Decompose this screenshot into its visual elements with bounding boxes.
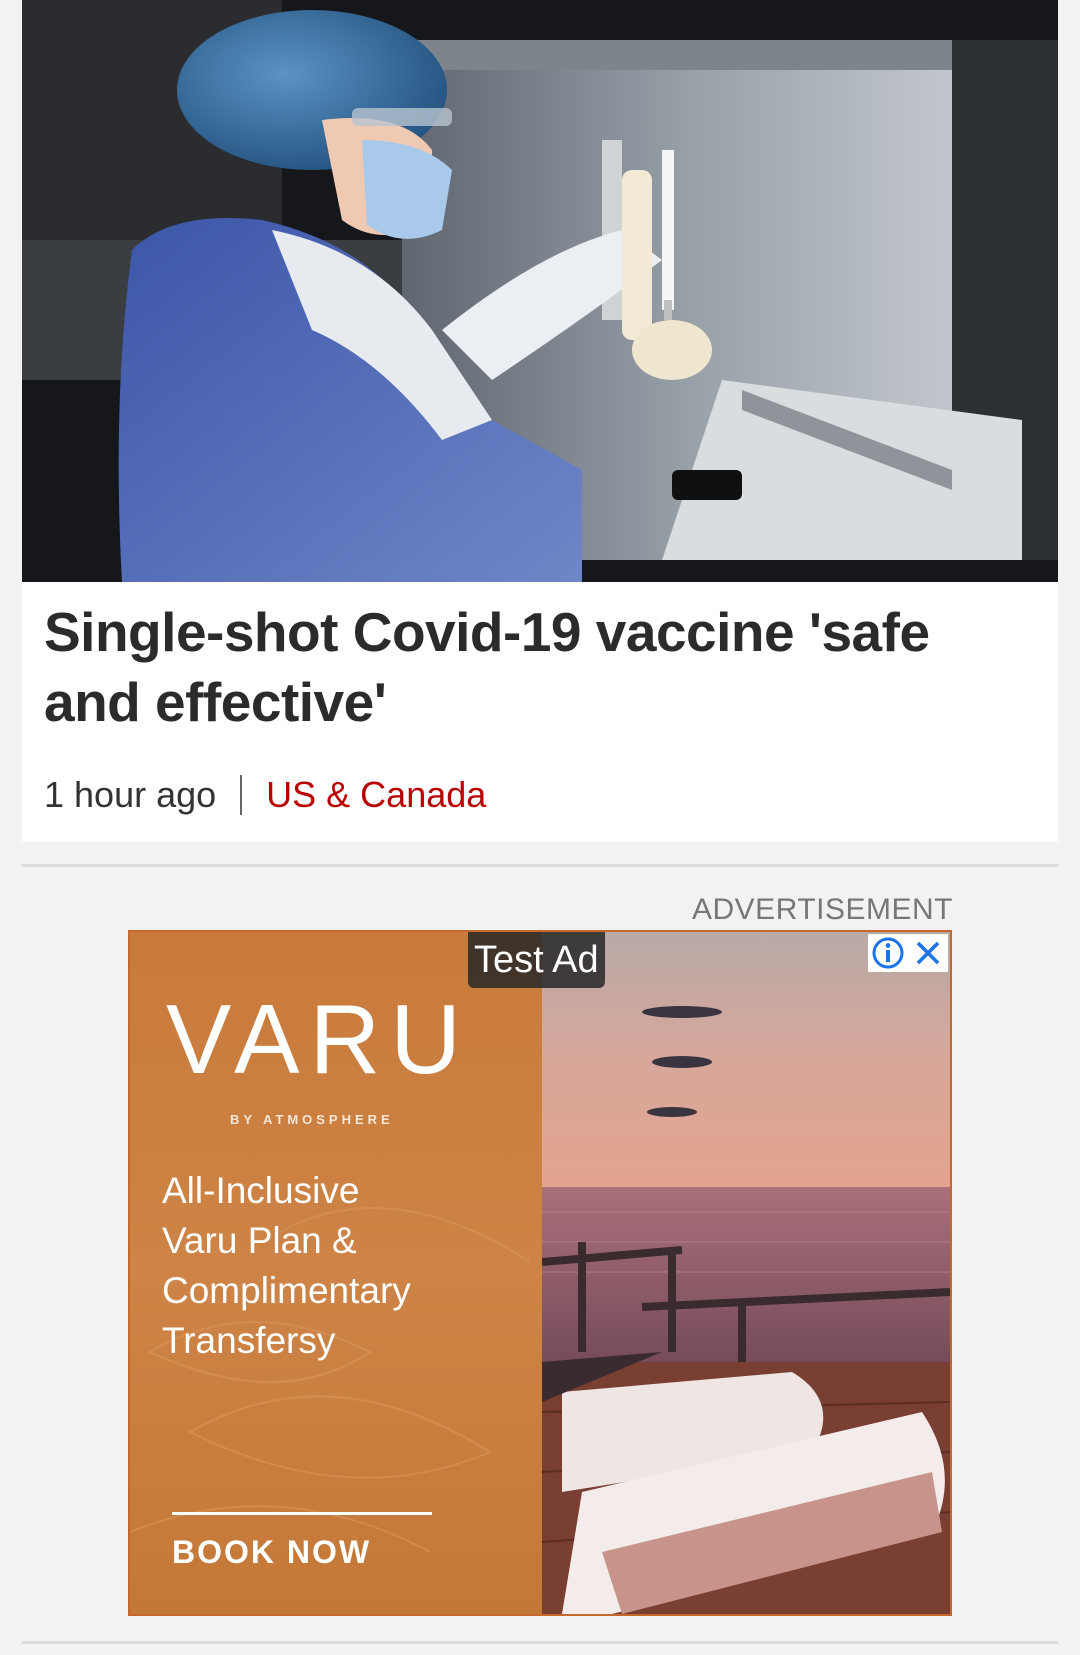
article-timestamp: 1 hour ago (44, 774, 217, 815)
article-headline[interactable]: Single-shot Covid-19 vaccine 'safe and e… (44, 597, 1034, 737)
ad-body-copy: All-Inclusive Varu Plan & Complimentary … (162, 1170, 411, 1361)
advertisement-label: ADVERTISEMENT (692, 893, 953, 926)
test-ad-badge: Test Ad (468, 932, 605, 988)
article-meta: 1 hour ago US & Canada (44, 770, 486, 820)
article-image[interactable] (22, 0, 1058, 582)
ad-banner[interactable]: VARU BY ATMOSPHERE All-Inclusive Varu Pl… (128, 930, 952, 1616)
sunset-deck-photo (542, 932, 950, 1614)
news-feed: Single-shot Covid-19 vaccine 'safe and e… (0, 0, 1080, 1655)
meta-separator (240, 775, 243, 815)
close-icon[interactable] (908, 934, 948, 972)
article-section-link[interactable]: US & Canada (266, 774, 486, 816)
ad-controls (868, 934, 948, 972)
divider (22, 864, 1058, 867)
article-card[interactable]: Single-shot Covid-19 vaccine 'safe and e… (22, 0, 1058, 842)
varu-logo-subtitle: BY ATMOSPHERE (230, 1112, 394, 1127)
ad-photo[interactable] (542, 932, 950, 1614)
varu-logo: VARU (166, 984, 472, 1094)
divider (22, 1641, 1058, 1644)
lab-technician-vaccine-photo (22, 0, 1058, 582)
info-icon[interactable] (868, 934, 908, 972)
book-now-button[interactable]: BOOK NOW (172, 1534, 371, 1571)
ad-brand-panel[interactable]: VARU BY ATMOSPHERE All-Inclusive Varu Pl… (130, 932, 542, 1614)
cta-underline (172, 1512, 432, 1515)
